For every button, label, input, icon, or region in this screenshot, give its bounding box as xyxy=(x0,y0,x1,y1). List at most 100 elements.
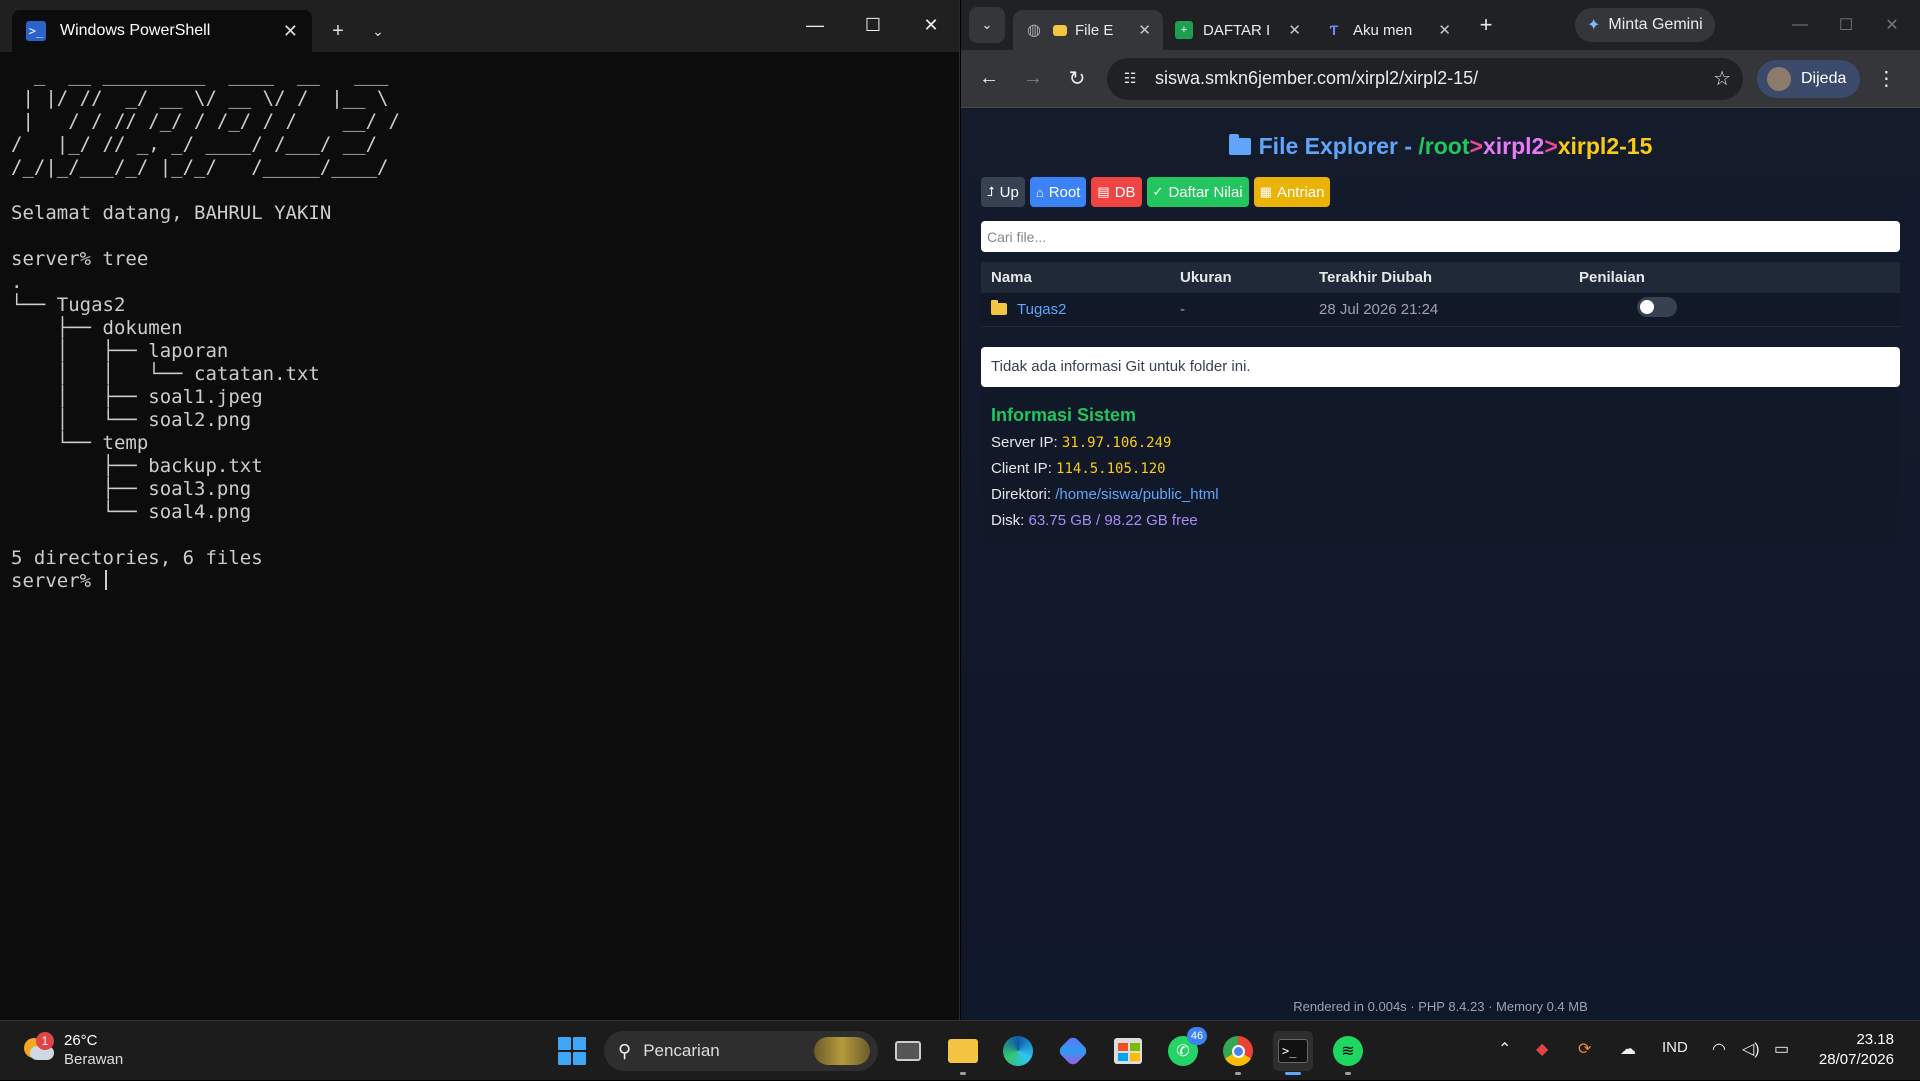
address-bar[interactable]: ☷ siswa.smkn6jember.com/xirpl2/xirpl2-15… xyxy=(1107,57,1743,100)
terminal-output[interactable]: _ __ _________ ____ __ ___ | |/ // _/ __… xyxy=(0,52,959,593)
whatsapp-icon[interactable]: ✆ 46 xyxy=(1163,1027,1207,1071)
breadcrumb-xirpl2[interactable]: xirpl2 xyxy=(1483,133,1544,159)
terminal-line: │ │ └── catatan.txt xyxy=(11,363,320,385)
db-label: DB xyxy=(1114,183,1136,201)
file-name-cell[interactable]: Tugas2 xyxy=(981,293,1170,327)
terminal-line: 5 directories, 6 files xyxy=(11,547,263,569)
start-button[interactable] xyxy=(552,1031,592,1071)
file-explorer-icon[interactable] xyxy=(943,1031,983,1075)
file-name-link[interactable]: Tugas2 xyxy=(1017,301,1066,318)
close-window-button[interactable]: ✕ xyxy=(902,0,960,50)
col-terakhir-diubah[interactable]: Terakhir Diubah xyxy=(1309,262,1569,293)
tab-file-explorer[interactable]: ◍ File E ✕ xyxy=(1013,10,1163,50)
client-ip-value: 114.5.105.120 xyxy=(1056,460,1166,477)
file-table: Nama Ukuran Terakhir Diubah Penilaian Tu… xyxy=(981,262,1900,327)
minimize-button[interactable]: — xyxy=(786,0,844,50)
col-penilaian[interactable]: Penilaian xyxy=(1569,262,1900,293)
folder-icon xyxy=(991,299,1007,315)
penilaian-toggle[interactable] xyxy=(1637,297,1677,318)
terminal-lines: Selamat datang, BAHRUL YAKIN server% tree… xyxy=(11,179,959,570)
terminal-icon[interactable]: >_ xyxy=(1273,1031,1313,1075)
battery-icon[interactable]: ▭ xyxy=(1774,1039,1789,1059)
terminal-line: ├── backup.txt xyxy=(11,455,263,477)
onedrive-icon[interactable]: ☁ xyxy=(1620,1039,1636,1059)
maximize-button[interactable]: ☐ xyxy=(1823,8,1869,42)
running-indicator xyxy=(1345,1072,1351,1075)
close-tab-icon[interactable]: ✕ xyxy=(1438,21,1451,39)
clock-time: 23.18 xyxy=(1856,1031,1894,1048)
terminal-line: ├── soal3.png xyxy=(11,478,252,500)
breadcrumb-current[interactable]: xirpl2-15 xyxy=(1558,133,1653,159)
terminal-titlebar: >_ Windows PowerShell ✕ + ⌄ — ☐ ✕ xyxy=(0,0,959,52)
reload-button[interactable]: ↻ xyxy=(1059,61,1095,97)
tab-search-button[interactable]: ⌄ xyxy=(969,7,1005,43)
taskbar-search[interactable]: ⚲ Pencarian xyxy=(604,1031,878,1071)
table-row[interactable]: Tugas2 - 28 Jul 2026 21:24 xyxy=(981,293,1900,327)
sync-icon[interactable]: ⟳ xyxy=(1578,1039,1591,1059)
breadcrumb-separator: > xyxy=(1544,133,1558,159)
tab-aku[interactable]: Ƭ Aku men ✕ xyxy=(1313,10,1463,50)
db-button[interactable]: ▤ DB xyxy=(1091,177,1142,207)
new-tab-button[interactable]: + xyxy=(1469,8,1503,42)
server-ip-label: Server IP: xyxy=(991,433,1062,451)
site-info-icon[interactable]: ☷ xyxy=(1119,68,1141,90)
title-prefix: File Explorer - xyxy=(1258,133,1419,159)
chevron-down-icon[interactable]: ⌄ xyxy=(360,10,396,52)
task-view-icon[interactable] xyxy=(888,1031,928,1071)
maximize-button[interactable]: ☐ xyxy=(844,0,902,50)
antrian-button[interactable]: ▦ Antrian xyxy=(1253,177,1331,207)
back-button[interactable]: ← xyxy=(971,61,1007,97)
gemini-button[interactable]: ✦ Minta Gemini xyxy=(1575,8,1715,42)
weather-widget[interactable]: 1 26°C Berawan xyxy=(22,1031,123,1069)
daftar-nilai-button[interactable]: ✓ Daftar Nilai xyxy=(1146,177,1249,207)
terminal-prompt-line[interactable]: server% xyxy=(11,570,959,593)
edge-glyph xyxy=(1003,1036,1033,1066)
close-tab-icon[interactable]: ✕ xyxy=(1288,21,1301,39)
folder-icon xyxy=(1228,134,1251,155)
language-indicator[interactable]: IND xyxy=(1662,1039,1688,1056)
terminal-tab[interactable]: >_ Windows PowerShell ✕ xyxy=(12,10,312,52)
page-title: File Explorer - /root>xirpl2>xirpl2-15 xyxy=(961,133,1920,160)
directory-row: Direktori: /home/siswa/public_html xyxy=(991,482,1890,508)
up-button[interactable]: ⮥ Up xyxy=(981,177,1025,207)
edge-icon[interactable] xyxy=(998,1031,1038,1071)
file-search-input[interactable] xyxy=(981,221,1900,252)
close-tab-icon[interactable]: ✕ xyxy=(1138,21,1151,39)
url-text[interactable]: siswa.smkn6jember.com/xirpl2/xirpl2-15/ xyxy=(1155,68,1713,89)
spotify-icon[interactable]: ≋ xyxy=(1328,1031,1368,1075)
new-tab-button[interactable]: + xyxy=(316,10,360,52)
tab-daftar[interactable]: + DAFTAR I ✕ xyxy=(1163,10,1313,50)
chevron-up-icon[interactable]: ⌃ xyxy=(1498,1039,1511,1059)
running-indicator xyxy=(1285,1072,1301,1075)
breadcrumb-separator: > xyxy=(1469,133,1483,159)
minimize-button[interactable]: — xyxy=(1777,8,1823,42)
col-ukuran[interactable]: Ukuran xyxy=(1170,262,1309,293)
clock[interactable]: 23.18 28/07/2026 xyxy=(1819,1030,1894,1070)
profile-button[interactable]: Dijeda xyxy=(1757,59,1861,98)
store-icon[interactable] xyxy=(1108,1031,1148,1071)
antrian-label: Antrian xyxy=(1276,183,1325,201)
forward-button[interactable]: → xyxy=(1015,61,1051,97)
tab-title: DAFTAR I xyxy=(1203,21,1271,39)
root-button[interactable]: ⌂ Root xyxy=(1029,177,1087,207)
store-glyph xyxy=(1114,1038,1142,1064)
terminal-window[interactable]: >_ Windows PowerShell ✕ + ⌄ — ☐ ✕ _ __ _… xyxy=(0,0,960,1020)
terminal-tab-title: Windows PowerShell xyxy=(60,22,211,39)
close-tab-icon[interactable]: ✕ xyxy=(283,21,298,42)
task-view-glyph xyxy=(895,1041,921,1061)
bookmark-star-icon[interactable]: ☆ xyxy=(1713,66,1731,91)
terminal-line: ├── dokumen xyxy=(11,317,183,339)
app-tray-icon[interactable]: ◆ xyxy=(1536,1039,1548,1059)
up-label: Up xyxy=(999,183,1019,201)
col-nama[interactable]: Nama xyxy=(981,262,1170,293)
browser-window[interactable]: ⌄ ◍ File E ✕ + DAFTAR I ✕ Ƭ Aku men ✕ + … xyxy=(961,0,1920,1020)
kebab-menu-icon[interactable]: ⋮ xyxy=(1876,66,1896,91)
chrome-icon[interactable] xyxy=(1218,1031,1258,1075)
breadcrumb-root[interactable]: /root xyxy=(1418,133,1469,159)
copilot-icon[interactable] xyxy=(1053,1031,1093,1071)
folder-icon xyxy=(1053,24,1067,36)
close-window-button[interactable]: ✕ xyxy=(1869,8,1915,42)
wifi-icon[interactable]: ◠ xyxy=(1712,1039,1726,1059)
server-ip-value: 31.97.106.249 xyxy=(1061,434,1172,451)
volume-icon[interactable]: ◁) xyxy=(1742,1039,1760,1059)
